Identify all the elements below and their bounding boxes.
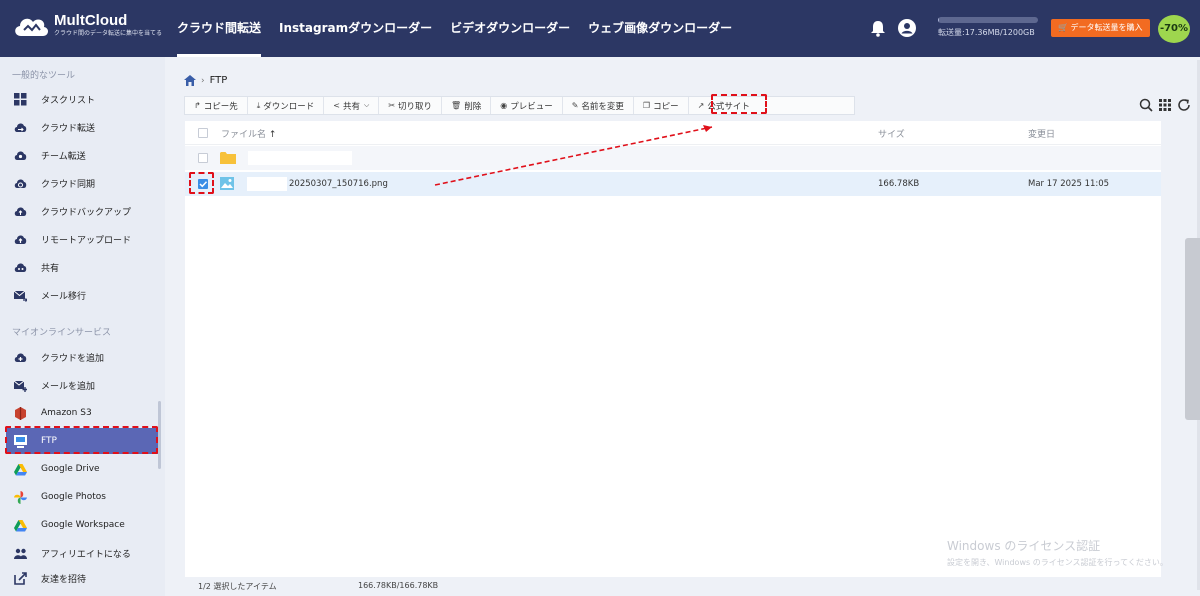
selection-status: 1/2 選択したアイテム [198, 582, 277, 591]
annotation-arrow [434, 125, 713, 186]
side-dock-panel[interactable] [1185, 238, 1200, 420]
selection-size: 166.78KB/166.78KB [358, 581, 439, 590]
windows-activation-watermark: Windows のライセンス認証 設定を開き、Windows のライセンス認証を… [947, 537, 1168, 568]
watermark-title: Windows のライセンス認証 [947, 539, 1101, 553]
watermark-subtitle: 設定を開き、Windows のライセンス認証を行ってください。 [947, 558, 1168, 567]
